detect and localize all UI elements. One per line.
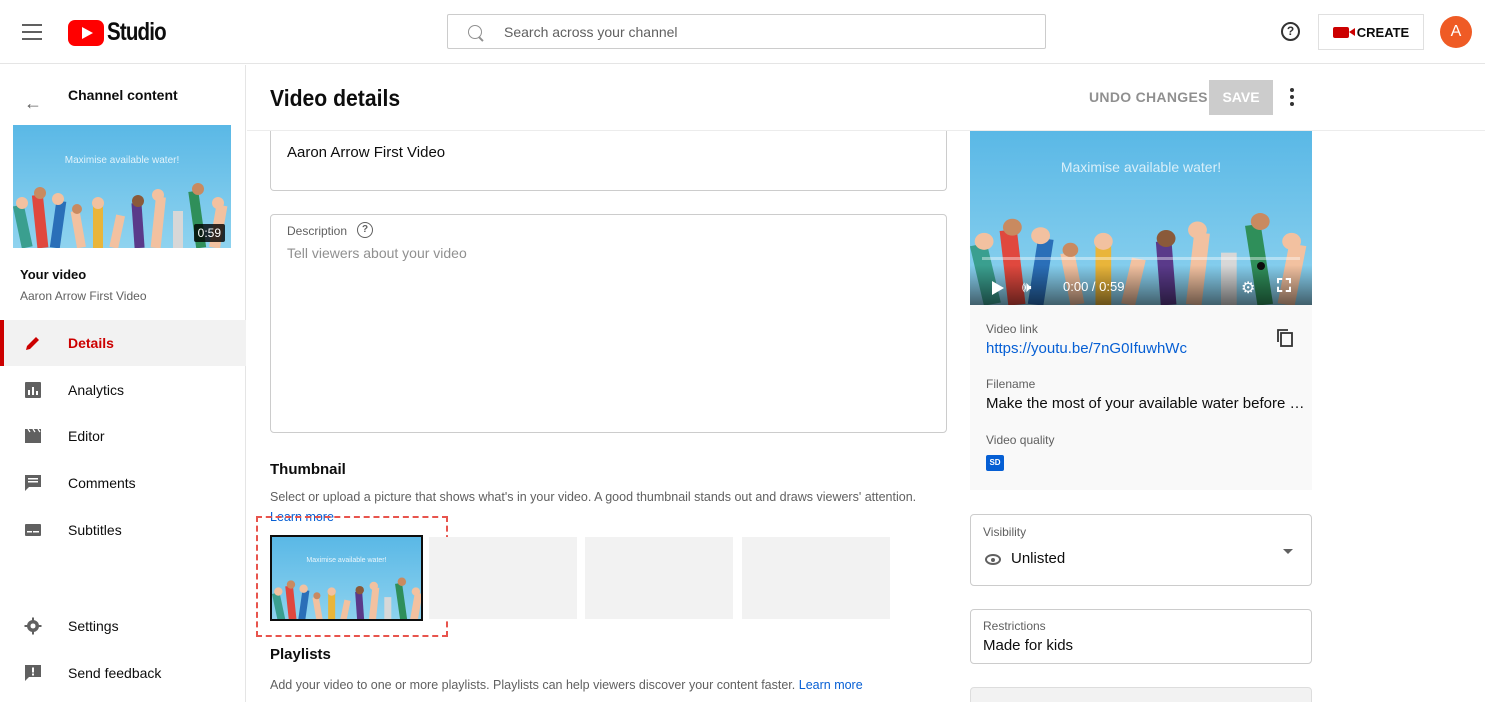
menu-icon[interactable] bbox=[22, 24, 42, 40]
description-label: Description bbox=[287, 224, 348, 238]
sidebar-title: Channel content bbox=[68, 87, 178, 103]
description-field[interactable]: Description ? Tell viewers about your vi… bbox=[270, 214, 947, 433]
thumbnail-illustration bbox=[272, 537, 423, 621]
header-divider bbox=[247, 130, 1485, 131]
eye-icon bbox=[985, 554, 1001, 565]
chevron-down-icon bbox=[1283, 549, 1293, 554]
sidebar-item-label: Settings bbox=[68, 618, 119, 634]
visibility-label: Visibility bbox=[983, 525, 1027, 539]
thumbnail-heading: Thumbnail bbox=[270, 461, 346, 478]
video-thumbnail[interactable]: Maximise available water! 0:59 bbox=[13, 125, 231, 248]
comments-icon bbox=[25, 475, 41, 491]
video-player[interactable]: Maximise available water! 🕪 0:00 / 0:59 … bbox=[970, 131, 1312, 305]
filename-value: Make the most of your available water be… bbox=[986, 395, 1306, 412]
filename-label: Filename bbox=[986, 377, 1036, 391]
visibility-value: Unlisted bbox=[1011, 550, 1066, 567]
volume-icon[interactable]: 🕪 bbox=[1022, 279, 1031, 296]
thumbnail-option[interactable] bbox=[585, 537, 733, 619]
video-link-label: Video link bbox=[986, 322, 1038, 336]
sidebar-item-analytics[interactable]: Analytics bbox=[0, 367, 246, 413]
sidebar-item-label: Send feedback bbox=[68, 665, 162, 681]
back-arrow-icon[interactable]: ← bbox=[24, 93, 42, 114]
sidebar-item-settings[interactable]: Settings bbox=[0, 603, 246, 649]
fullscreen-icon[interactable] bbox=[1277, 278, 1291, 292]
avatar[interactable]: A bbox=[1440, 16, 1472, 48]
help-icon[interactable]: ? bbox=[1281, 22, 1300, 41]
thumbnail-caption: Maximise available water! bbox=[64, 155, 180, 166]
sidebar-item-label: Comments bbox=[68, 475, 136, 491]
pencil-icon bbox=[26, 337, 39, 350]
sidebar-item-editor[interactable]: Editor bbox=[0, 413, 246, 459]
thumbnail-caption: Maximise available water! bbox=[306, 557, 387, 564]
video-link[interactable]: https://youtu.be/7nG0IfuwhWc bbox=[986, 340, 1306, 357]
video-quality-label: Video quality bbox=[986, 433, 1055, 447]
page-title: Video details bbox=[270, 85, 401, 111]
studio-logo[interactable]: Studio bbox=[68, 18, 179, 47]
search-icon bbox=[468, 24, 482, 39]
thumbnail-option[interactable] bbox=[429, 537, 577, 619]
search-input[interactable]: Search across your channel bbox=[447, 14, 1046, 49]
video-camera-icon bbox=[1332, 26, 1355, 38]
sidebar-item-send-feedback[interactable]: Send feedback bbox=[0, 650, 246, 696]
save-button[interactable]: SAVE bbox=[1209, 80, 1273, 115]
restrictions-value: Made for kids bbox=[983, 637, 1074, 654]
playlists-learn-more-link[interactable]: Learn more bbox=[799, 678, 863, 692]
player-caption: Maximise available water! bbox=[1060, 159, 1222, 175]
youtube-play-icon bbox=[68, 19, 104, 46]
subtitles-icon bbox=[25, 524, 41, 536]
duration-badge: 0:59 bbox=[193, 224, 225, 242]
thumbnail-option-selected[interactable]: Maximise available water! bbox=[270, 535, 423, 621]
restrictions-label: Restrictions bbox=[983, 619, 1046, 633]
analytics-icon bbox=[25, 382, 41, 398]
search-placeholder: Search across your channel bbox=[504, 23, 678, 40]
video-name: Aaron Arrow First Video bbox=[20, 289, 147, 303]
sidebar-item-label: Editor bbox=[68, 428, 105, 444]
your-video-label: Your video bbox=[20, 267, 87, 282]
sidebar: ← Channel content Maximise available wat… bbox=[0, 65, 246, 702]
player-controls: 🕪 0:00 / 0:59 ⚙ bbox=[970, 265, 1312, 305]
copy-icon[interactable] bbox=[1276, 328, 1294, 348]
undo-changes-button[interactable]: UNDO CHANGES bbox=[1089, 89, 1208, 105]
sidebar-item-comments[interactable]: Comments bbox=[0, 460, 246, 506]
logo-text: Studio bbox=[107, 18, 167, 46]
gear-icon[interactable]: ⚙ bbox=[1241, 278, 1255, 298]
sidebar-item-label: Subtitles bbox=[68, 522, 122, 538]
playlists-text: Add your video to one or more playlists.… bbox=[270, 678, 796, 692]
sidebar-item-subtitles[interactable]: Subtitles bbox=[0, 507, 246, 553]
more-options-icon[interactable] bbox=[1290, 88, 1294, 109]
feedback-icon bbox=[25, 665, 41, 681]
description-placeholder: Tell viewers about your video bbox=[287, 245, 467, 261]
sidebar-item-label: Analytics bbox=[68, 382, 125, 398]
thumbnail-description: Select or upload a picture that shows wh… bbox=[270, 490, 917, 504]
title-value: Aaron Arrow First Video bbox=[287, 144, 446, 161]
gear-icon bbox=[24, 617, 42, 635]
help-icon[interactable]: ? bbox=[357, 222, 373, 238]
create-button[interactable]: CREATE bbox=[1318, 14, 1424, 50]
playlists-heading: Playlists bbox=[270, 646, 331, 663]
restrictions-field[interactable]: Restrictions Made for kids bbox=[970, 609, 1312, 664]
editor-icon bbox=[25, 428, 41, 443]
thumbnail-option[interactable] bbox=[742, 537, 890, 619]
video-preview-card: Maximise available water! 🕪 0:00 / 0:59 … bbox=[970, 131, 1312, 490]
top-bar: Studio Search across your channel ? CREA… bbox=[0, 0, 1485, 64]
sd-quality-badge: SD bbox=[986, 455, 1004, 471]
next-field[interactable] bbox=[970, 687, 1312, 702]
player-time: 0:00 / 0:59 bbox=[1063, 279, 1125, 294]
visibility-select[interactable]: Visibility Unlisted bbox=[970, 514, 1312, 586]
sidebar-item-details[interactable]: Details bbox=[0, 320, 246, 366]
create-label: CREATE bbox=[1356, 24, 1410, 40]
playlists-description: Add your video to one or more playlists.… bbox=[270, 678, 863, 692]
play-icon[interactable] bbox=[992, 281, 1004, 295]
progress-bar[interactable] bbox=[982, 257, 1300, 260]
sidebar-item-label: Details bbox=[68, 335, 114, 351]
